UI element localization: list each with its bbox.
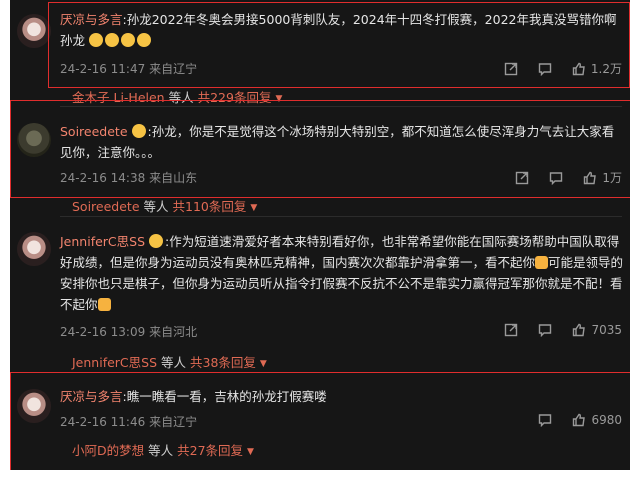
thumbs-down-icon xyxy=(535,256,549,269)
like-button[interactable]: 1.2万 xyxy=(572,60,622,77)
comment-text: 厌凉与多言:瞧一瞧看一看，吉林的孙龙打假赛喽 xyxy=(60,389,327,404)
avatar[interactable] xyxy=(17,123,51,157)
divider xyxy=(60,216,622,217)
avatar[interactable] xyxy=(17,389,51,423)
like-button[interactable]: 6980 xyxy=(572,413,622,427)
divider xyxy=(60,106,622,107)
comment-actions: 1.2万 xyxy=(484,60,622,77)
comment-button[interactable] xyxy=(549,171,563,185)
comment-text: Soireedete :孙龙，你是不是觉得这个冰场特别大特别空，都不知道怎么使尽… xyxy=(60,124,615,160)
chevron-down-icon: ▼ xyxy=(275,94,283,104)
reply-summary[interactable]: 小阿D的梦想 等人 共27条回复 ▼ xyxy=(72,440,254,459)
like-count: 6980 xyxy=(591,413,622,427)
share-button[interactable] xyxy=(515,171,529,185)
comment-icon xyxy=(538,62,552,76)
badge-icon xyxy=(131,124,146,138)
comment-text: JenniferC思SS :作为短道速滑爱好者本来特别看好你，也非常希望你能在国… xyxy=(60,234,624,312)
comment-text: 厌凉与多言:孙龙2022年冬奥会男接5000背刺队友，2024年十四冬打假赛，2… xyxy=(60,12,617,48)
like-count: 1万 xyxy=(602,171,622,185)
comment-actions: 6980 xyxy=(518,413,622,427)
comment-button[interactable] xyxy=(538,413,552,427)
share-button[interactable] xyxy=(504,323,518,337)
badge-icon xyxy=(149,234,164,248)
thumbs-down-icon xyxy=(97,298,111,311)
reply-summary[interactable]: 金木子 Li-Helen 等人 共229条回复 ▼ xyxy=(72,87,282,106)
comment-actions: 1万 xyxy=(495,169,622,186)
like-button[interactable]: 7035 xyxy=(572,323,622,337)
share-icon xyxy=(505,323,518,337)
share-button[interactable] xyxy=(504,62,518,76)
chevron-down-icon: ▼ xyxy=(250,203,258,213)
avatar[interactable] xyxy=(17,232,51,266)
comment-icon xyxy=(539,324,552,337)
share-icon xyxy=(516,171,529,184)
comment-meta: 24-2-16 11:47 来自辽宁 xyxy=(60,62,198,76)
comment-meta: 24-2-16 13:09 来自河北 xyxy=(60,325,198,339)
reply-summary[interactable]: Soireedete 等人 共110条回复 ▼ xyxy=(72,196,257,215)
crying-emoji-icon xyxy=(89,33,153,48)
comment-icon xyxy=(550,171,563,185)
reply-summary[interactable]: JenniferC思SS 等人 共38条回复 ▼ xyxy=(72,352,267,371)
divider xyxy=(60,372,622,373)
like-button[interactable]: 1万 xyxy=(583,169,622,186)
comment-actions: 7035 xyxy=(484,323,622,337)
thumbs-up-icon xyxy=(573,413,586,427)
comment-meta: 24-2-16 11:46 来自辽宁 xyxy=(60,415,198,429)
thumbs-up-icon xyxy=(584,171,597,184)
like-count: 1.2万 xyxy=(590,62,622,76)
comment-list: 厌凉与多言:孙龙2022年冬奥会男接5000背刺队友，2024年十四冬打假赛，2… xyxy=(10,0,630,470)
chevron-down-icon: ▼ xyxy=(259,359,267,369)
comment-button[interactable] xyxy=(538,323,552,337)
username[interactable]: Soireedete xyxy=(60,124,128,139)
comment-button[interactable] xyxy=(538,62,552,76)
like-count: 7035 xyxy=(591,323,622,337)
username[interactable]: JenniferC思SS xyxy=(60,234,145,249)
share-icon xyxy=(504,62,518,75)
username[interactable]: 厌凉与多言 xyxy=(60,12,123,27)
avatar[interactable] xyxy=(17,14,51,48)
username[interactable]: 厌凉与多言 xyxy=(60,389,123,404)
thumbs-up-icon xyxy=(572,62,585,75)
comment-meta: 24-2-16 14:38 来自山东 xyxy=(60,171,198,185)
thumbs-up-icon xyxy=(573,323,586,337)
comment-icon xyxy=(539,414,552,427)
chevron-down-icon: ▼ xyxy=(247,447,254,457)
